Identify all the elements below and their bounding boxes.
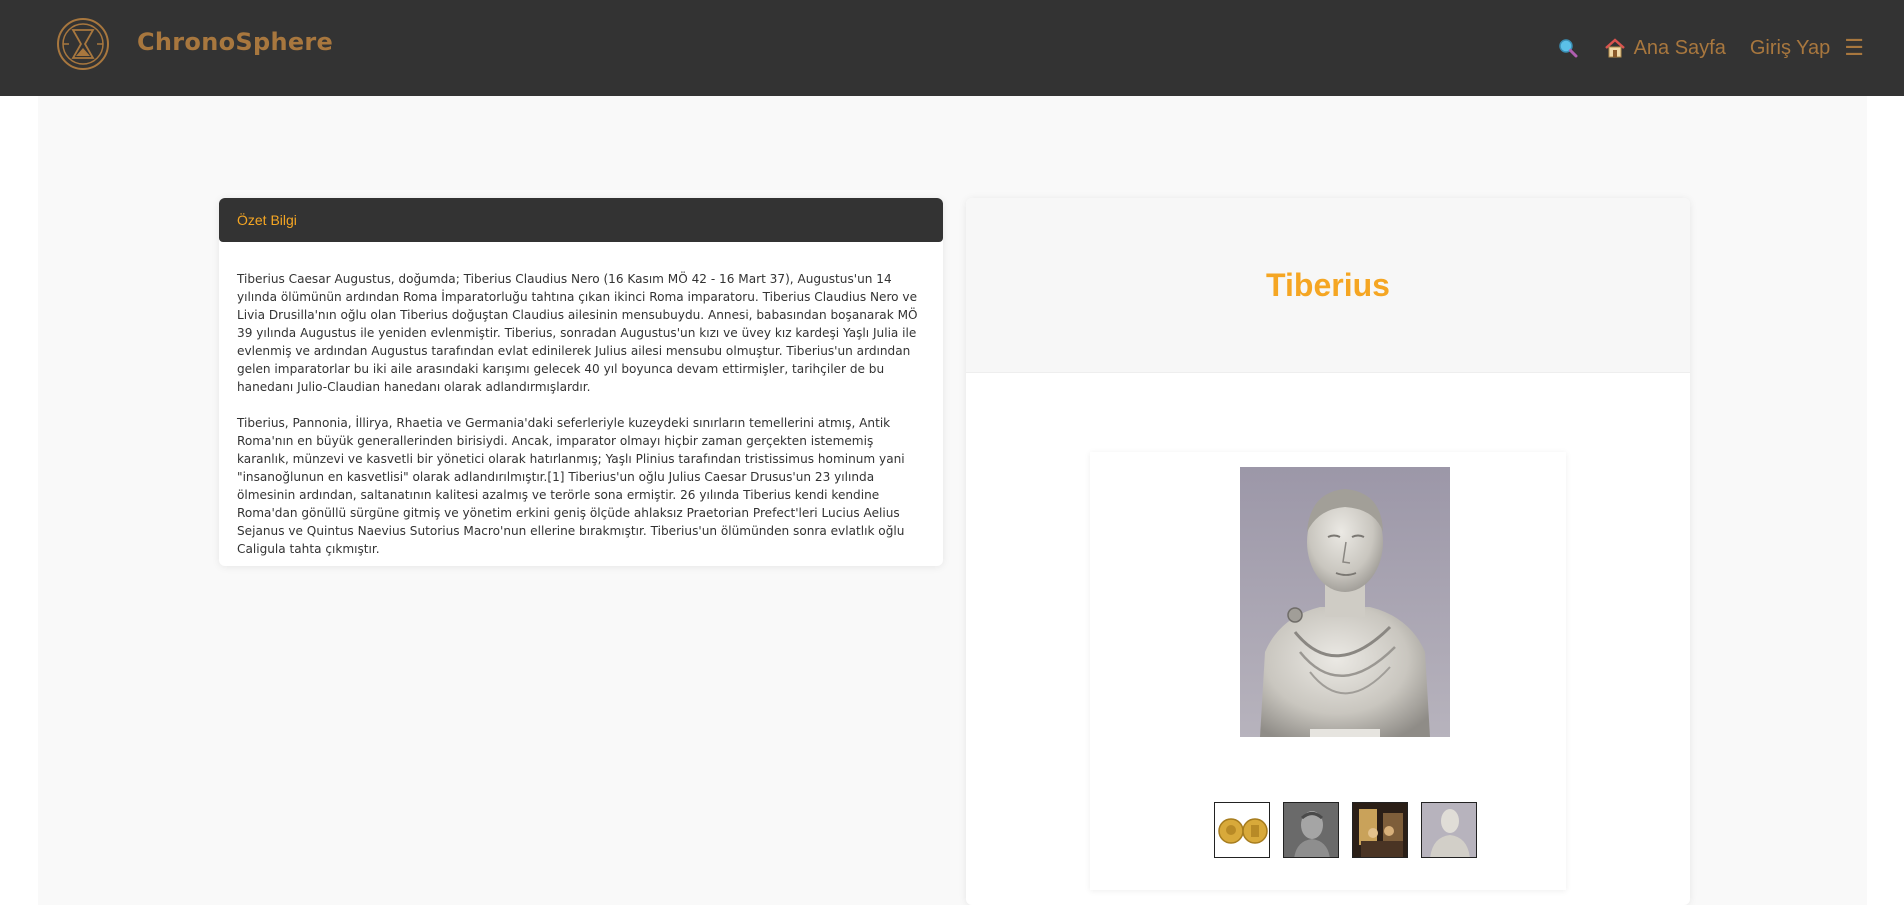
brand-name[interactable]: ChronoSphere (137, 28, 333, 56)
thumbnail-strip (1214, 802, 1490, 858)
profile-name: Tiberius (1266, 266, 1390, 303)
bust-thumbnail[interactable] (1421, 802, 1477, 858)
summary-card: Özet Bilgi Tiberius Caesar Augustus, doğ… (219, 198, 943, 566)
hamburger-menu-icon[interactable]: ☰ (1844, 35, 1864, 61)
coins-thumbnail[interactable] (1214, 802, 1270, 858)
main-portrait-image[interactable] (1240, 467, 1450, 737)
nav-links: Ana Sayfa Giriş Yap ☰ (1558, 0, 1864, 96)
painting-thumbnail[interactable] (1352, 802, 1408, 858)
nav-login-link[interactable]: Giriş Yap (1750, 37, 1830, 60)
profile-card: Tiberius (966, 198, 1690, 905)
summary-paragraph: Tiberius, Pannonia, İllirya, Rhaetia ve … (237, 416, 905, 556)
image-gallery (1090, 452, 1566, 890)
summary-body: Tiberius Caesar Augustus, doğumda; Tiber… (219, 242, 943, 558)
nav-home-link[interactable]: Ana Sayfa (1604, 37, 1726, 60)
nav-home-label: Ana Sayfa (1633, 36, 1726, 59)
summary-header: Özet Bilgi (219, 198, 943, 242)
top-navbar: ChronoSphere Ana Sayfa Giriş Yap ☰ (0, 0, 1904, 96)
profile-header: Tiberius (966, 198, 1690, 373)
chronosphere-logo-icon[interactable] (56, 17, 110, 71)
search-icon[interactable] (1558, 38, 1578, 58)
house-icon (1604, 37, 1626, 59)
bust-profile-thumbnail[interactable] (1283, 802, 1339, 858)
summary-paragraph: Tiberius Caesar Augustus, doğumda; Tiber… (237, 272, 918, 394)
